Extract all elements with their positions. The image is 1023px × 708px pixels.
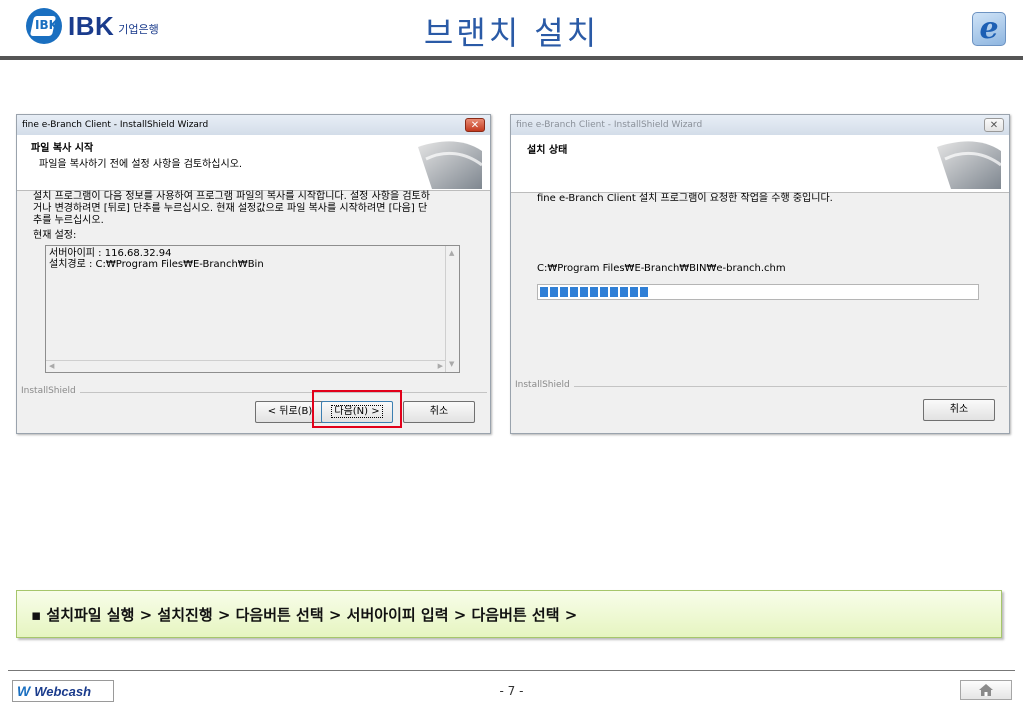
banner-subtitle: 파일을 복사하기 전에 설정 사항을 검토하십시오.	[39, 159, 243, 170]
next-button-highlight	[312, 390, 402, 428]
scroll-left-icon[interactable]: ◀	[49, 361, 54, 372]
dialog-banner: 설치 상태	[511, 135, 1009, 193]
dialog-title: fine e-Branch Client - InstallShield Wiz…	[22, 120, 209, 130]
settings-label: 현재 설정:	[33, 230, 77, 241]
description-line-3: 추를 누르십시오.	[33, 215, 104, 226]
settings-textbox[interactable]: 서버아이피 : 116.68.32.94 설치경로 : C:₩Program F…	[45, 245, 460, 373]
horizontal-scrollbar[interactable]: ◀ ▶	[46, 360, 446, 372]
installshield-dialog-copy: fine e-Branch Client - InstallShield Wiz…	[16, 114, 491, 434]
dialog-banner: 파일 복사 시작 파일을 복사하기 전에 설정 사항을 검토하십시오.	[17, 135, 490, 191]
installshield-label: InstallShield	[515, 380, 574, 390]
internet-explorer-icon: e	[972, 12, 1006, 46]
installshield-divider	[515, 386, 1007, 387]
cancel-button[interactable]: 취소	[403, 401, 475, 423]
progress-fill	[540, 287, 649, 297]
status-message: fine e-Branch Client 설치 프로그램이 요청한 작업을 수행…	[537, 193, 833, 204]
banner-title: 파일 복사 시작	[31, 143, 94, 154]
close-icon[interactable]: ✕	[984, 118, 1004, 132]
header-divider	[0, 56, 1023, 60]
dialog-titlebar: fine e-Branch Client - InstallShield Wiz…	[17, 115, 490, 135]
vertical-scrollbar[interactable]: ▲ ▼	[445, 246, 459, 372]
installshield-dialog-status: fine e-Branch Client - InstallShield Wiz…	[510, 114, 1010, 434]
page-number: - 7 -	[499, 684, 524, 698]
installshield-banner-icon	[418, 141, 483, 189]
install-progress-bar	[537, 284, 979, 300]
banner-title: 설치 상태	[527, 145, 568, 156]
installshield-divider	[21, 392, 487, 393]
setting-server-ip: 서버아이피 : 116.68.32.94	[49, 248, 172, 259]
scroll-right-icon[interactable]: ▶	[438, 361, 443, 372]
page-title: 브랜치 설치	[423, 14, 600, 52]
home-button[interactable]	[960, 680, 1012, 700]
installshield-label: InstallShield	[21, 386, 80, 396]
scroll-down-icon[interactable]: ▼	[449, 359, 454, 370]
dialog-titlebar: fine e-Branch Client - InstallShield Wiz…	[511, 115, 1009, 135]
dialog-title: fine e-Branch Client - InstallShield Wiz…	[516, 120, 703, 130]
scroll-up-icon[interactable]: ▲	[449, 248, 454, 259]
footer-divider	[8, 670, 1015, 671]
instruction-notice: ▪ 설치파일 실행 > 설치진행 > 다음버튼 선택 > 서버아이피 입력 > …	[16, 590, 1002, 638]
home-icon	[979, 684, 993, 696]
installshield-banner-icon	[937, 141, 1002, 189]
description-line-2: 거나 변경하려면 [뒤로] 단추를 누르십시오. 현재 설정값으로 파일 복사를…	[33, 203, 428, 214]
close-icon[interactable]: ✕	[465, 118, 485, 132]
description-line-1: 설치 프로그램이 다음 정보를 사용하여 프로그램 파일의 복사를 시작합니다.…	[33, 191, 430, 202]
cancel-button[interactable]: 취소	[923, 399, 995, 421]
setting-install-path: 설치경로 : C:₩Program Files₩E-Branch₩Bin	[49, 259, 264, 270]
current-file-path: C:₩Program Files₩E-Branch₩BIN₩e-branch.c…	[537, 263, 786, 274]
